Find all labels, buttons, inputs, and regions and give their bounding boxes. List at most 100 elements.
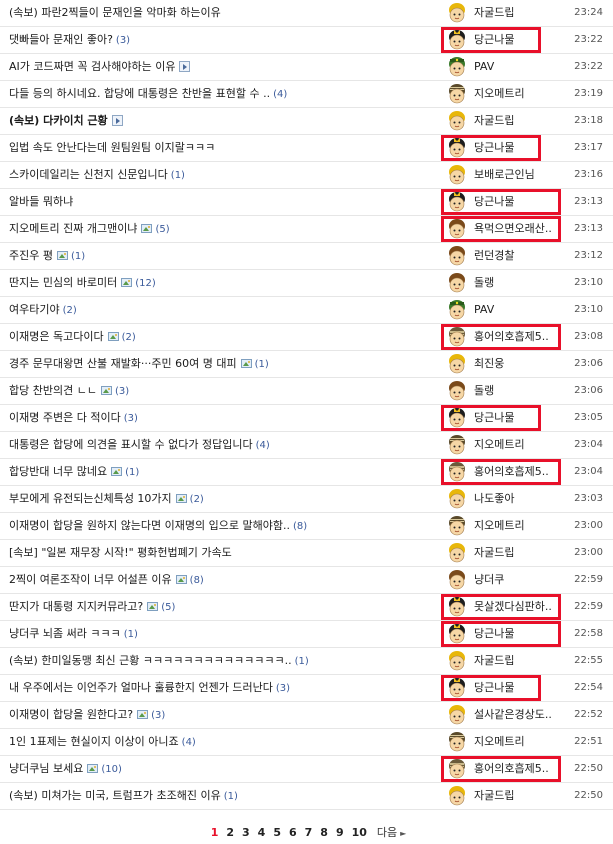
post-author[interactable]: 홍어의호흡제5.. (441, 324, 565, 350)
post-title-link[interactable]: 내 우주에서는 이언주가 얼마나 훌륭한지 언젠가 드러난다 (3) (9, 675, 290, 701)
comment-count[interactable]: (10) (101, 764, 122, 775)
page-link[interactable]: 7 (305, 823, 313, 843)
post-title-link[interactable]: 딴지가 대통령 지지커뮤라고? (5) (9, 594, 175, 620)
page-link[interactable]: 6 (289, 823, 297, 843)
comment-count[interactable]: (3) (151, 710, 165, 721)
post-title-link[interactable]: 이재명이 합당을 원한다고? (3) (9, 702, 165, 728)
post-title-link[interactable]: 알바들 뭐하냐 (9, 189, 73, 215)
post-title-link[interactable]: 냥더쿠님 보세요 (10) (9, 756, 122, 782)
comment-count[interactable]: (4) (273, 89, 287, 100)
avatar-icon (447, 29, 467, 51)
post-title-link[interactable]: 이재명 주변은 다 적이다 (3) (9, 405, 138, 431)
post-author[interactable]: 당근나물 (441, 675, 565, 701)
post-title-link[interactable]: 1인 1표제는 현실이지 이상이 아니죠 (4) (9, 729, 196, 755)
page-link[interactable]: 3 (242, 823, 250, 843)
comment-count[interactable]: (1) (171, 170, 185, 181)
post-title-link[interactable]: (속보) 파란2찍들이 문재인을 악마화 하는이유 (9, 0, 221, 26)
post-author[interactable]: 지오메트리 (447, 81, 565, 107)
post-author[interactable]: 최진웅 (447, 351, 565, 377)
post-author[interactable]: 당근나물 (441, 189, 565, 215)
page-link[interactable]: 1 (211, 823, 219, 843)
comment-count[interactable]: (5) (155, 224, 169, 235)
author-name: 지오메트리 (474, 438, 525, 451)
page-link[interactable]: 4 (258, 823, 266, 843)
page-link[interactable]: 10 (352, 823, 367, 843)
post-row: AI가 코드짜면 꼭 검사해야하는 이유 PAV 23:22 (0, 54, 613, 81)
post-title-link[interactable]: 입법 속도 안난다는데 원팀원팀 이지랄ㅋㅋㅋ (9, 135, 215, 161)
comment-count[interactable]: (3) (116, 35, 130, 46)
comment-count[interactable]: (1) (295, 656, 309, 667)
post-title-link[interactable]: [속보] "일본 재무장 시작!" 평화헌법폐기 가속도 (9, 540, 232, 566)
post-title-link[interactable]: 지오메트리 진짜 개그맨이냐 (5) (9, 216, 170, 242)
post-author[interactable]: 돌랭 (447, 378, 565, 404)
next-page-button[interactable]: 다음 ► (377, 823, 406, 844)
post-author[interactable]: 당근나물 (441, 621, 565, 647)
post-title-link[interactable]: 딴지는 민심의 바로미터 (12) (9, 270, 156, 296)
post-author[interactable]: 돌랭 (447, 270, 565, 296)
post-author[interactable]: 자굴드립 (447, 540, 565, 566)
post-author[interactable]: 못살겠다심판하.. (441, 594, 565, 620)
post-title-link[interactable]: 부모에게 유전되는신체특성 10가지 (2) (9, 486, 204, 512)
post-author[interactable]: 당근나물 (441, 405, 565, 431)
post-title-link[interactable]: 이재명이 합당을 원하지 않는다면 이재명의 입으로 말해야함.. (8) (9, 513, 307, 539)
comment-count[interactable]: (1) (124, 629, 138, 640)
comment-count[interactable]: (1) (125, 467, 139, 478)
comment-count[interactable]: (8) (190, 575, 204, 586)
post-title-link[interactable]: (속보) 한미일동맹 최신 근황 ㅋㅋㅋㅋㅋㅋㅋㅋㅋㅋㅋㅋㅋㅋ.. (1) (9, 648, 309, 674)
post-author[interactable]: 냥더쿠 (447, 567, 565, 593)
post-author[interactable]: 설사같은경상도.. (447, 702, 565, 728)
comment-count[interactable]: (3) (124, 413, 138, 424)
post-title-link[interactable]: 냥더쿠 뇌좀 써라 ㅋㅋㅋ (1) (9, 621, 138, 647)
comment-count[interactable]: (2) (122, 332, 136, 343)
post-title-link[interactable]: 주진우 평 (1) (9, 243, 85, 269)
post-title-link[interactable]: 이재명은 독고다이다 (2) (9, 324, 136, 350)
post-author[interactable]: 보배로근인님 (447, 162, 565, 188)
post-author[interactable]: PAV (447, 297, 565, 323)
page-link[interactable]: 8 (320, 823, 328, 843)
post-author[interactable]: 욕먹으면오래산.. (441, 216, 565, 242)
comment-count[interactable]: (5) (161, 602, 175, 613)
comment-count[interactable]: (12) (135, 278, 156, 289)
comment-count[interactable]: (8) (293, 521, 307, 532)
post-author[interactable]: 당근나물 (441, 27, 565, 53)
comment-count[interactable]: (4) (182, 737, 196, 748)
post-row: 이재명은 독고다이다 (2) 홍어의호흡제5.. 23:08 (0, 324, 613, 351)
comment-count[interactable]: (3) (276, 683, 290, 694)
comment-count[interactable]: (4) (256, 440, 270, 451)
page-link[interactable]: 5 (273, 823, 281, 843)
comment-count[interactable]: (2) (63, 305, 77, 316)
post-title-link[interactable]: (속보) 다카이치 근황 (9, 108, 123, 134)
post-author[interactable]: 나도좋아 (447, 486, 565, 512)
comment-count[interactable]: (1) (71, 251, 85, 262)
post-title-link[interactable]: 다들 등의 하시네요. 합당에 대통령은 찬반을 표현할 수 .. (4) (9, 81, 287, 107)
comment-count[interactable]: (2) (190, 494, 204, 505)
post-title-link[interactable]: 합당반대 너무 많네요 (1) (9, 459, 139, 485)
comment-count[interactable]: (1) (255, 359, 269, 370)
post-author[interactable]: 홍어의호흡제5.. (441, 756, 565, 782)
post-author[interactable]: 당근나물 (441, 135, 565, 161)
post-author[interactable]: 지오메트리 (447, 513, 565, 539)
post-author[interactable]: 지오메트리 (447, 432, 565, 458)
post-author[interactable]: 자굴드립 (447, 0, 565, 26)
post-title-link[interactable]: 경주 문무대왕면 산불 재발화···주민 60여 명 대피 (1) (9, 351, 269, 377)
post-author[interactable]: PAV (447, 54, 565, 80)
post-title-link[interactable]: 대통령은 합당에 의견을 표시할 수 없다가 정답입니다 (4) (9, 432, 270, 458)
avatar-icon (447, 83, 467, 105)
post-title-link[interactable]: 합당 찬반의견 ㄴㄴ (3) (9, 378, 129, 404)
post-author[interactable]: 자굴드립 (447, 648, 565, 674)
page-link[interactable]: 2 (226, 823, 234, 843)
page-link[interactable]: 9 (336, 823, 344, 843)
post-author[interactable]: 자굴드립 (447, 783, 565, 809)
post-title-link[interactable]: 여우타기야 (2) (9, 297, 77, 323)
post-title-link[interactable]: (속보) 미쳐가는 미국, 트럼프가 초조해진 이유 (1) (9, 783, 238, 809)
comment-count[interactable]: (1) (224, 791, 238, 802)
post-title-link[interactable]: 댓빠들아 문재인 좋아? (3) (9, 27, 130, 53)
post-author[interactable]: 지오메트리 (447, 729, 565, 755)
comment-count[interactable]: (3) (115, 386, 129, 397)
post-author[interactable]: 런던경찰 (447, 243, 565, 269)
post-title-link[interactable]: 스카이데일리는 신천지 신문입니다 (1) (9, 162, 185, 188)
post-title-link[interactable]: 2찍이 여론조작이 너무 어설픈 이유 (8) (9, 567, 204, 593)
post-title-link[interactable]: AI가 코드짜면 꼭 검사해야하는 이유 (9, 54, 191, 80)
post-author[interactable]: 홍어의호흡제5.. (441, 459, 565, 485)
post-author[interactable]: 자굴드립 (447, 108, 565, 134)
